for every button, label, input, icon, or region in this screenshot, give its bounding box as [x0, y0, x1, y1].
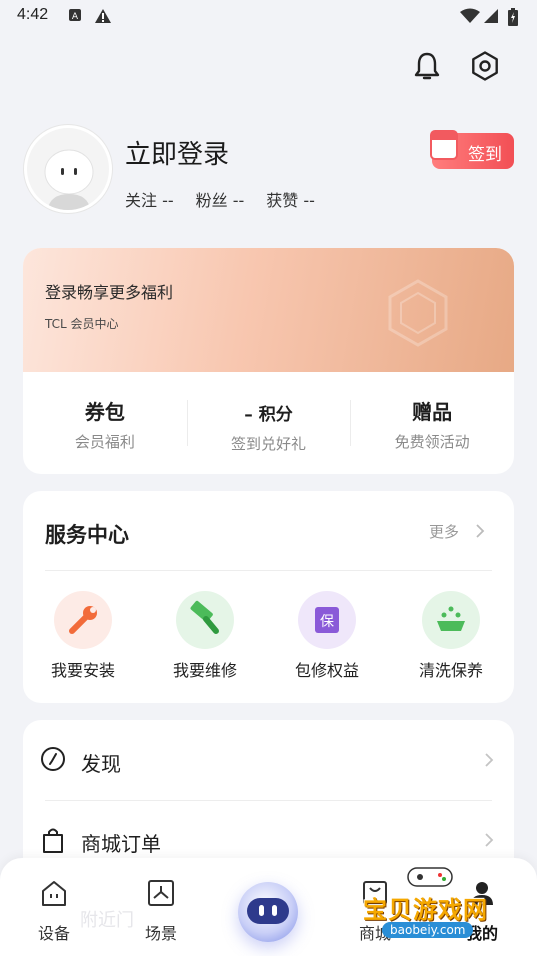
service-center-title: 服务中心: [45, 523, 129, 547]
warranty-icon: 保: [298, 591, 356, 649]
service-cleaning[interactable]: 清洗保养: [401, 591, 501, 681]
member-banner-subtitle: TCL 会员中心: [45, 317, 119, 331]
service-center-card: 服务中心 更多 我要安装 我要维修 保 包修权益 清洗保养: [23, 491, 514, 703]
service-label: 我要维修: [172, 661, 237, 680]
menu-item-label: 商城订单: [81, 832, 161, 856]
member-item-gifts[interactable]: 赠品 免费领活动: [350, 372, 514, 474]
bell-icon[interactable]: [411, 50, 443, 82]
default-avatar-icon: [44, 149, 94, 210]
member-banner-title: 登录畅享更多福利: [45, 283, 174, 302]
login-link[interactable]: 立即登录: [125, 134, 229, 171]
watermark: 宝贝游戏网 baobeiy.com: [360, 860, 530, 950]
wifi-icon: [460, 8, 480, 23]
checkin-button[interactable]: 签到: [430, 130, 514, 169]
member-item-title: – 积分: [244, 405, 293, 425]
compass-icon: [41, 747, 65, 771]
member-item-title: 赠品: [412, 400, 453, 424]
hexagon-decoration-icon: [388, 279, 448, 347]
device-icon: [42, 881, 66, 906]
wrench-icon: [54, 591, 112, 649]
checkin-label: 签到: [468, 145, 502, 165]
clean-icon: [422, 591, 480, 649]
svg-text:保: 保: [320, 614, 334, 630]
service-label: 包修权益: [294, 661, 359, 680]
svg-text:A: A: [72, 12, 79, 22]
member-item-points[interactable]: – 积分 签到兑好礼: [186, 372, 351, 474]
status-bar: 4:42 A: [0, 0, 537, 34]
service-label: 我要安装: [50, 661, 115, 680]
scene-icon: [148, 880, 174, 906]
calendar-icon: [430, 130, 458, 160]
service-repair[interactable]: 我要维修: [155, 591, 255, 681]
avatar[interactable]: [24, 125, 112, 213]
tab-label: 场景: [144, 924, 177, 943]
service-warranty[interactable]: 保 包修权益: [277, 591, 377, 681]
tab-devices[interactable]: 设备: [19, 878, 89, 944]
chevron-right-icon: [485, 833, 494, 847]
warning-icon: [95, 9, 111, 23]
member-banner[interactable]: 登录畅享更多福利 TCL 会员中心: [23, 248, 514, 372]
member-item-subtitle: 免费领活动: [394, 433, 470, 451]
menu-item-label: 发现: [81, 752, 121, 776]
tab-scenes[interactable]: 场景: [126, 878, 196, 944]
robot-icon[interactable]: [238, 882, 298, 942]
service-label: 清洗保养: [418, 661, 483, 680]
following-count[interactable]: 关注 --: [125, 187, 174, 211]
member-items: 券包 会员福利 – 积分 签到兑好礼 赠品 免费领活动: [23, 372, 514, 474]
menu-item-discover[interactable]: 发现: [23, 720, 514, 800]
member-item-coupons[interactable]: 券包 会员福利: [23, 372, 187, 474]
chevron-right-icon: [485, 753, 494, 767]
profile-stats: 关注 -- 粉丝 -- 获赞 --: [125, 187, 315, 211]
faded-label: 附近门: [80, 910, 134, 931]
hammer-icon: [176, 591, 234, 649]
service-more-link[interactable]: 更多: [429, 521, 459, 542]
status-time: 4:42: [17, 6, 49, 23]
watermark-text: 宝贝游戏网: [363, 896, 488, 924]
member-item-subtitle: 会员福利: [74, 433, 135, 451]
a-box-icon: A: [69, 9, 81, 22]
watermark-url: baobeiy.com: [382, 922, 474, 938]
shopping-bag-icon: [43, 828, 63, 853]
member-card: 登录畅享更多福利 TCL 会员中心 券包 会员福利 – 积分 签到兑好礼 赠品 …: [23, 248, 514, 474]
member-item-subtitle: 签到兑好礼: [231, 435, 307, 453]
member-item-title: 券包: [84, 400, 125, 424]
gamepad-icon: [407, 867, 453, 887]
service-install[interactable]: 我要安装: [33, 591, 133, 681]
followers-count[interactable]: 粉丝 --: [196, 187, 245, 211]
chevron-right-icon[interactable]: [475, 523, 485, 539]
likes-count[interactable]: 获赞 --: [266, 187, 315, 211]
battery-icon: [508, 8, 518, 26]
signal-icon: [484, 9, 498, 23]
tab-label: 设备: [37, 924, 70, 943]
gear-icon[interactable]: [469, 50, 501, 82]
divider: [45, 570, 492, 571]
